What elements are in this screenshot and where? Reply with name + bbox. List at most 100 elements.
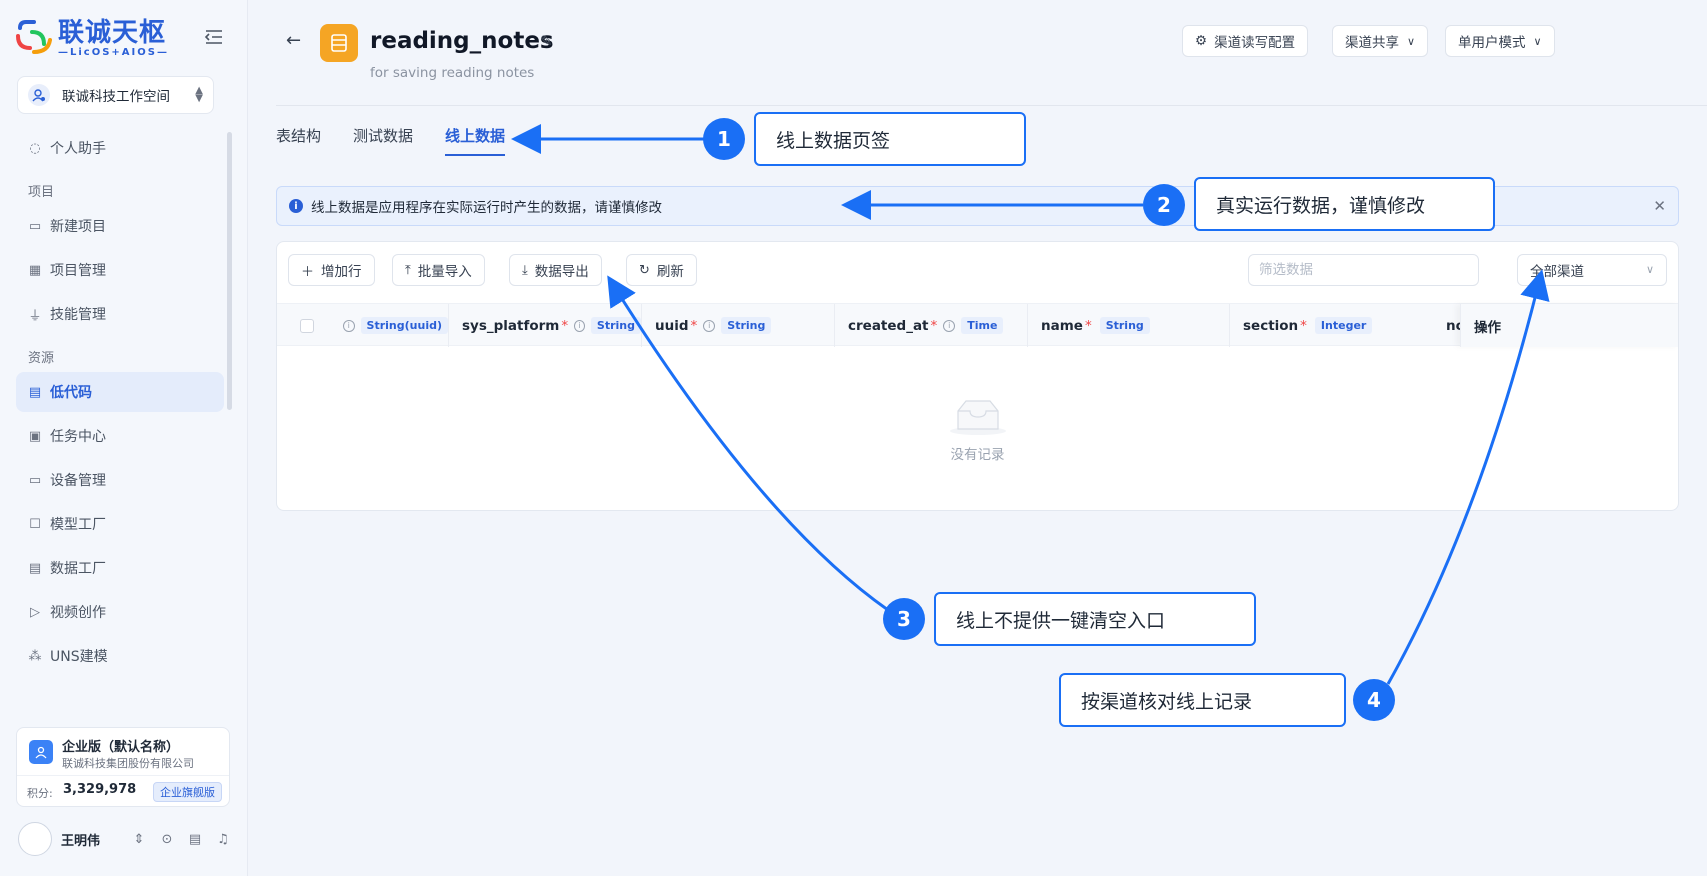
switch-arrows-icon[interactable]: ⇕ <box>131 832 147 847</box>
column-name: created_at <box>848 317 929 334</box>
tab-online-data[interactable]: 线上数据 <box>445 125 506 156</box>
filter-data-input[interactable] <box>1248 254 1479 286</box>
select-all-cell <box>277 304 337 347</box>
logo-subtitle: —LicOS+AIOS— <box>58 46 169 58</box>
table-header: i String(uuid) sys_platform * i String uu… <box>277 303 1678 347</box>
close-icon[interactable]: ✕ <box>1653 197 1666 215</box>
divider <box>17 775 229 776</box>
sidebar-item-label: 模型工厂 <box>50 517 106 533</box>
channel-rw-config-button[interactable]: ⚙ 渠道读写配置 <box>1182 25 1309 57</box>
empty-inbox-icon <box>949 400 1006 435</box>
select-all-checkbox[interactable] <box>300 318 314 333</box>
bell-icon[interactable]: ♫ <box>215 832 231 847</box>
collapse-sidebar-icon[interactable] <box>204 28 228 48</box>
sidebar-item-label: 数据工厂 <box>50 561 106 577</box>
back-arrow-icon[interactable]: ← <box>286 30 301 51</box>
sidebar-item-task-center[interactable]: ▣ 任务中心 <box>16 416 224 456</box>
workspace-selector[interactable]: 联诚科技工作空间 ▲ ▼ <box>17 76 214 114</box>
sidebar-item-label: 新建项目 <box>50 219 106 235</box>
column-type-badge: String <box>590 317 641 334</box>
sidebar-item-model-factory[interactable]: ☐ 模型工厂 <box>16 504 224 544</box>
column-type-badge: String <box>1099 317 1150 334</box>
tab-schema[interactable]: 表结构 <box>276 125 321 156</box>
avatar[interactable] <box>18 822 52 856</box>
tab-test-data[interactable]: 测试数据 <box>353 125 413 156</box>
required-mark: * <box>690 317 698 334</box>
export-data-button[interactable]: ⤓ 数据导出 <box>509 254 602 286</box>
chevron-down-icon: ∨ <box>1533 34 1542 48</box>
batch-import-button[interactable]: ⤒ 批量导入 <box>392 254 485 286</box>
column-header-created-at[interactable]: created_at * i Time <box>835 304 1028 347</box>
sidebar-item-label: 技能管理 <box>50 307 106 323</box>
column-header-uuid[interactable]: uuid * i String <box>642 304 835 347</box>
button-label: 刷新 <box>656 264 684 280</box>
enterprise-company: 联诚科技集团股份有限公司 <box>62 757 194 770</box>
sidebar-item-label: 视频创作 <box>50 605 106 621</box>
chevron-down-icon: ∨ <box>1407 34 1416 48</box>
sort-arrows-icon: ▲ ▼ <box>195 85 203 104</box>
sidebar-nav: ◌ 个人助手 项目 ▭ 新建项目 ▦ 项目管理 ⏚ 技能管理 资源 ▤ 低代码 ▣ 任务中心… <box>16 128 224 680</box>
logo-mark-icon <box>14 18 54 58</box>
column-name: no <box>1446 317 1460 334</box>
column-header-sys-platform[interactable]: sys_platform * i String <box>449 304 642 347</box>
callout-badge-4: 4 <box>1353 679 1395 721</box>
enterprise-name: 企业版（默认名称） <box>62 740 180 755</box>
document-icon[interactable]: ▤ <box>187 832 203 847</box>
sidebar-item-project-management[interactable]: ▦ 项目管理 <box>16 250 224 290</box>
user-row: 王明伟 ⇕ ⊙ ▤ ♫ <box>18 822 232 856</box>
column-header-id[interactable]: i String(uuid) <box>337 304 449 347</box>
info-icon: i <box>574 319 585 332</box>
chevron-down-icon: ∨ <box>1645 263 1654 276</box>
refresh-icon: ↻ <box>639 262 650 278</box>
chat-icon: ◌ <box>29 140 41 156</box>
column-header-section[interactable]: section * Integer <box>1230 304 1432 347</box>
required-mark: * <box>1300 317 1307 334</box>
download-icon: ⤓ <box>522 262 528 278</box>
column-header-no[interactable]: no <box>1446 304 1460 347</box>
edit-pencil-icon[interactable]: ✎ <box>540 32 553 50</box>
info-icon: i <box>289 199 303 213</box>
points-label: 积分: <box>27 787 53 800</box>
required-mark: * <box>930 317 938 334</box>
empty-state: 没有记录 <box>277 346 1678 510</box>
laptop-icon: ▭ <box>28 472 42 488</box>
column-header-name[interactable]: name * String <box>1028 304 1230 347</box>
divider <box>276 105 1707 106</box>
robot-icon: ☐ <box>29 516 41 532</box>
workspace-icon <box>28 84 50 106</box>
sidebar-item-new-project[interactable]: ▭ 新建项目 <box>16 206 224 246</box>
sidebar-item-video-creation[interactable]: ▷ 视频创作 <box>16 592 224 632</box>
sidebar-item-data-factory[interactable]: ▤ 数据工厂 <box>16 548 224 588</box>
button-label: 渠道读写配置 <box>1214 35 1296 51</box>
refresh-button[interactable]: ↻ 刷新 <box>626 254 697 286</box>
column-type-badge: Time <box>961 317 1004 334</box>
callout-4: 按渠道核对线上记录 <box>1059 673 1346 727</box>
database-icon: ▤ <box>28 560 42 576</box>
edition-badge: 企业旗舰版 <box>153 782 222 802</box>
brand-logo: 联诚天枢 —LicOS+AIOS— <box>14 18 169 58</box>
callout-badge-3: 3 <box>883 598 925 640</box>
table-toolbar: ＋ 增加行 ⤒ 批量导入 ⤓ 数据导出 ↻ 刷新 全部渠道 ∨ <box>277 242 1678 302</box>
sidebar-section-project: 项目 <box>28 184 55 200</box>
sidebar-item-personal-assistant[interactable]: ◌ 个人助手 <box>16 128 224 168</box>
sidebar-scrollbar[interactable] <box>227 132 232 410</box>
sidebar: 联诚天枢 —LicOS+AIOS— 联诚科技工作空间 ▲ ▼ ◌ 个人助手 项目 ▭… <box>0 0 248 876</box>
user-name: 王明伟 <box>61 833 101 849</box>
sidebar-item-low-code[interactable]: ▤ 低代码 <box>16 372 224 412</box>
sidebar-item-skill-management[interactable]: ⏚ 技能管理 <box>16 294 224 334</box>
add-row-button[interactable]: ＋ 增加行 <box>288 254 375 286</box>
required-mark: * <box>1084 317 1092 334</box>
upload-icon: ⤒ <box>405 262 411 278</box>
sidebar-item-uns-modeling[interactable]: ⁂ UNS建模 <box>16 636 224 676</box>
sidebar-item-label: 项目管理 <box>50 263 106 279</box>
channel-share-dropdown[interactable]: 渠道共享 ∨ <box>1332 25 1429 57</box>
check-circle-icon[interactable]: ⊙ <box>159 832 175 847</box>
callout-1: 线上数据页签 <box>754 112 1026 166</box>
grid-icon: ▦ <box>28 262 42 278</box>
enterprise-card[interactable]: 企业版（默认名称） 联诚科技集团股份有限公司 积分: 3,329,978 企业旗… <box>16 727 230 807</box>
user-mode-dropdown[interactable]: 单用户模式 ∨ <box>1445 25 1555 57</box>
channel-select[interactable]: 全部渠道 ∨ <box>1517 254 1667 286</box>
sidebar-item-label: 个人助手 <box>50 141 106 157</box>
sidebar-item-device-management[interactable]: ▭ 设备管理 <box>16 460 224 500</box>
alert-text: 线上数据是应用程序在实际运行时产生的数据，请谨慎修改 <box>311 200 662 216</box>
